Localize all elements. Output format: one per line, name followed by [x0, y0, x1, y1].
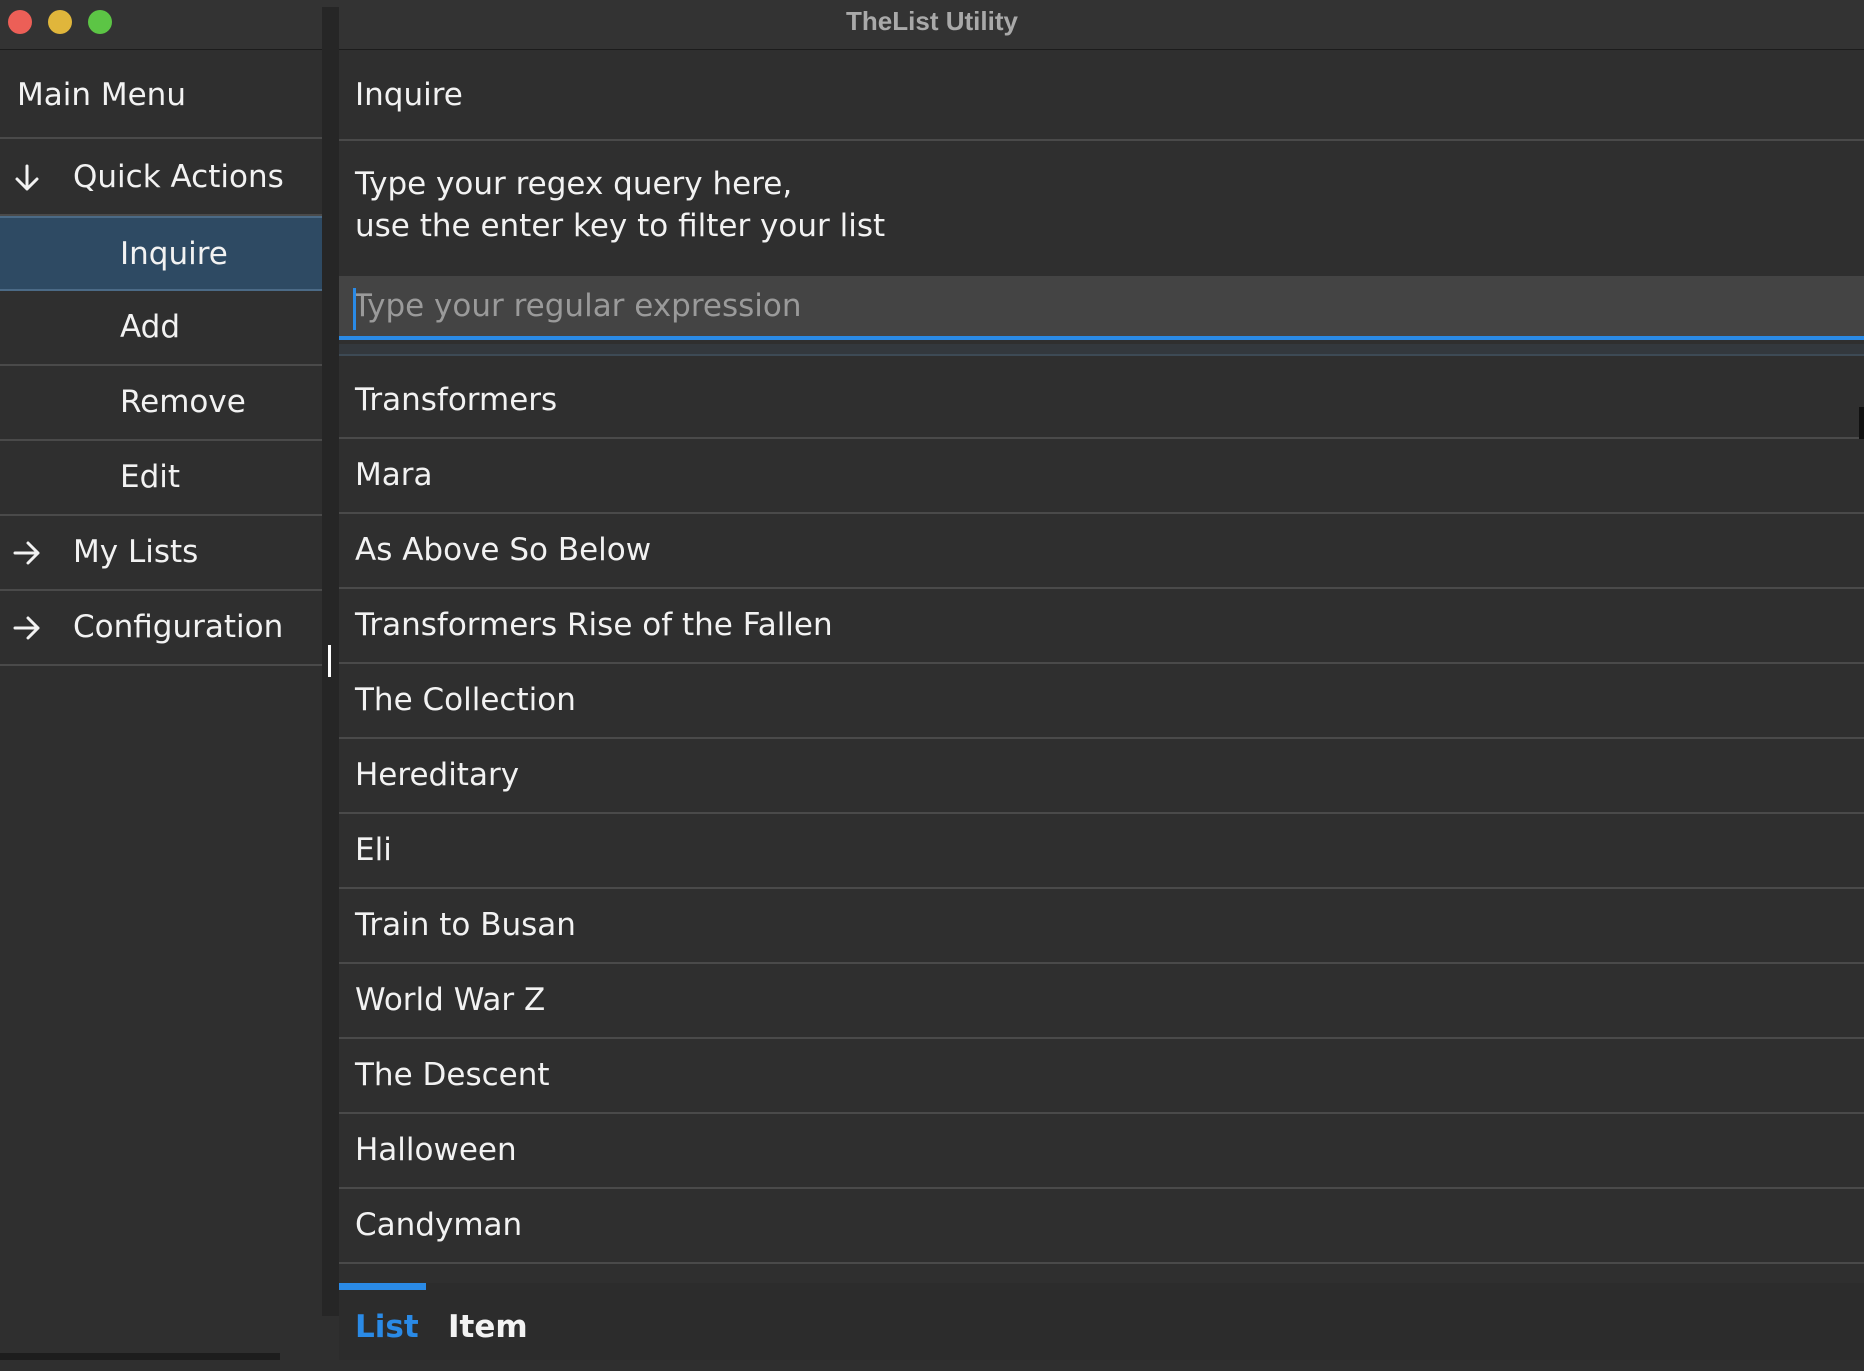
tab-list[interactable]: List [355, 1283, 419, 1360]
nav-my-lists-label: My Lists [73, 534, 199, 570]
split-pane-handle[interactable] [328, 645, 331, 677]
text-caret [353, 288, 356, 330]
results-list[interactable]: Transformers Mara As Above So Below Tran… [339, 364, 1864, 1268]
instructions-text: Type your regex query here, use the ente… [355, 163, 885, 247]
sidebar-header: Main Menu [0, 51, 322, 139]
list-item[interactable]: World War Z [339, 964, 1864, 1039]
page-title: Inquire [339, 51, 1864, 141]
nav-quick-actions-label: Quick Actions [73, 159, 284, 195]
nav-add[interactable]: Add [0, 291, 322, 366]
nav-quick-actions[interactable]: Quick Actions [0, 141, 322, 216]
nav-inquire[interactable]: Inquire [0, 216, 322, 291]
nav-edit[interactable]: Edit [0, 441, 322, 516]
list-item[interactable]: Train to Busan [339, 889, 1864, 964]
main-panel: Inquire Type your regex query here, use … [339, 51, 1864, 1360]
regex-search-input[interactable] [339, 276, 1864, 340]
tab-item[interactable]: Item [448, 1283, 528, 1360]
list-item[interactable]: As Above So Below [339, 514, 1864, 589]
list-item[interactable]: Halloween [339, 1114, 1864, 1189]
sidebar: Main Menu Quick Actions Inquire Add Remo… [0, 51, 322, 1360]
window-title: TheList Utility [846, 6, 1018, 36]
nav-configuration-label: Configuration [73, 609, 284, 645]
instructions-line-2: use the enter key to filter your list [355, 208, 886, 244]
arrow-right-icon [13, 616, 40, 640]
title-bar: TheList Utility [0, 0, 1864, 50]
nav-add-label: Add [120, 309, 181, 345]
nav-my-lists[interactable]: My Lists [0, 516, 322, 591]
list-item[interactable]: Candyman [339, 1189, 1864, 1264]
input-focus-shadow [339, 344, 1864, 356]
nav-remove[interactable]: Remove [0, 366, 322, 441]
list-item[interactable]: Eli [339, 814, 1864, 889]
list-item[interactable]: Transformers [339, 364, 1864, 439]
list-scrollbar-thumb[interactable] [1859, 407, 1864, 439]
nav-inquire-label: Inquire [120, 236, 228, 272]
arrow-down-icon [15, 164, 39, 191]
list-item[interactable]: The Descent [339, 1039, 1864, 1114]
list-item[interactable]: Transformers Rise of the Fallen [339, 589, 1864, 664]
nav-configuration[interactable]: Configuration [0, 591, 322, 666]
list-item[interactable]: Hereditary [339, 739, 1864, 814]
instructions-line-1: Type your regex query here, [355, 166, 793, 202]
nav-remove-label: Remove [120, 384, 246, 420]
arrow-right-icon [13, 541, 40, 565]
list-item[interactable]: The Collection [339, 664, 1864, 739]
bottom-tab-bar: List Item [339, 1283, 1864, 1360]
list-item[interactable]: Mara [339, 439, 1864, 514]
nav-edit-label: Edit [120, 459, 181, 495]
sidebar-horizontal-scrollbar[interactable] [0, 1353, 280, 1360]
